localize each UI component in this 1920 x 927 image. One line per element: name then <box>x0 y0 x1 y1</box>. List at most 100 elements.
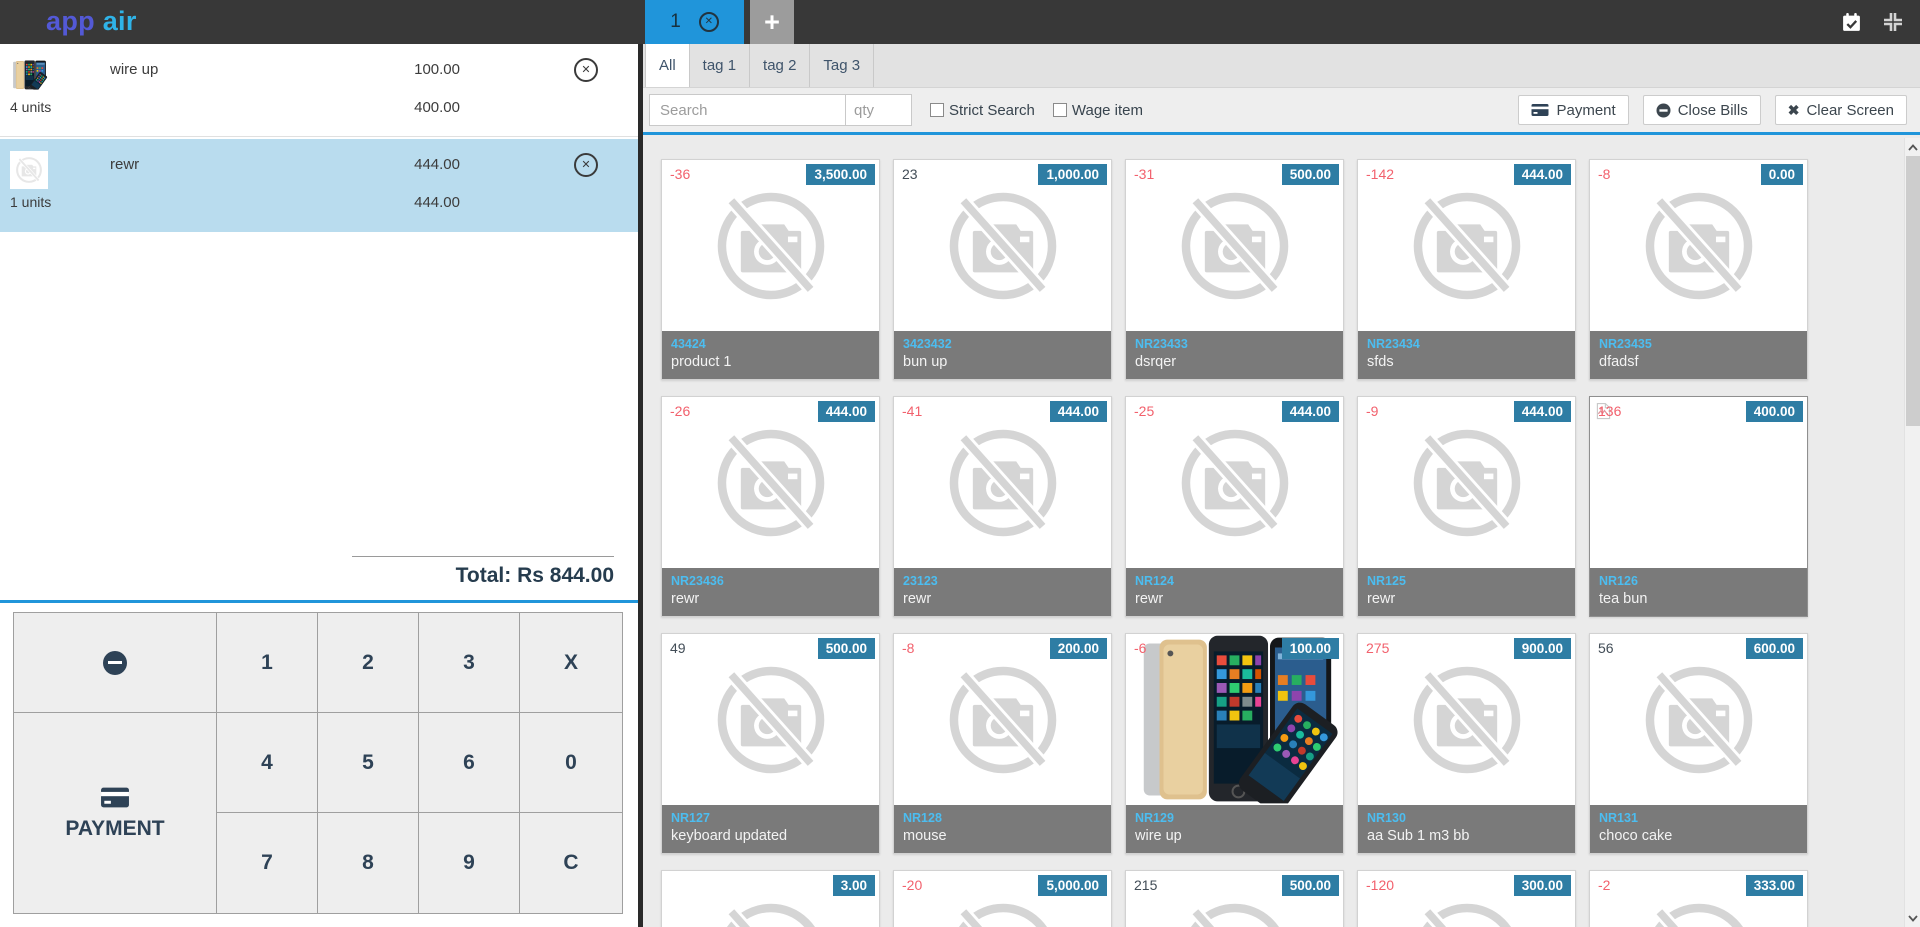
strict-search-checkbox[interactable]: Strict Search <box>930 102 1035 119</box>
product-card[interactable]: 231,000.003423432bun up <box>893 159 1112 380</box>
product-card[interactable]: -142444.00NR23434sfds <box>1357 159 1576 380</box>
product-card-footer: NR130aa Sub 1 m3 bb <box>1358 805 1575 853</box>
scroll-up-arrow[interactable] <box>1905 140 1920 154</box>
qty-input[interactable] <box>846 94 912 126</box>
cart-item-units: 1 units <box>10 194 51 210</box>
product-card[interactable]: 136400.00NR126tea bun <box>1589 396 1808 617</box>
product-card[interactable]: -8200.00NR128mouse <box>893 633 1112 854</box>
product-name: bun up <box>903 352 1102 372</box>
key-9[interactable]: 9 <box>419 813 520 913</box>
cart-item-remove-button[interactable]: ✕ <box>574 58 598 82</box>
catalog-panel: All tag 1 tag 2 Tag 3 Strict Search Wage… <box>643 44 1920 927</box>
product-name: wire up <box>1135 826 1334 846</box>
product-card[interactable]: -363,500.0043424product 1 <box>661 159 880 380</box>
product-card[interactable]: -31500.00NR23433dsrqer <box>1125 159 1344 380</box>
minus-circle-icon <box>1656 103 1671 118</box>
product-card[interactable]: -205,000.00 <box>893 870 1112 927</box>
key-8[interactable]: 8 <box>318 813 419 913</box>
clear-screen-button[interactable]: ✖ Clear Screen <box>1775 95 1907 125</box>
key-7[interactable]: 7 <box>217 813 318 913</box>
bill-tab-close-icon[interactable]: ✕ <box>699 12 719 32</box>
payment-key-label: PAYMENT <box>65 817 164 841</box>
cart-item-remove-button[interactable]: ✕ <box>574 153 598 177</box>
tab-tag-1[interactable]: tag 1 <box>690 44 750 87</box>
product-stock-count: -2 <box>1598 877 1610 893</box>
key-x[interactable]: X <box>520 613 622 713</box>
payment-button[interactable]: Payment <box>1518 95 1628 125</box>
product-image-area <box>662 634 879 805</box>
product-card[interactable]: 3.00 <box>661 870 880 927</box>
scrollbar-thumb[interactable] <box>1906 156 1920 426</box>
cart-item-units: 4 units <box>10 99 51 115</box>
product-image-area <box>1590 160 1807 331</box>
scroll-down-arrow[interactable] <box>1905 911 1920 925</box>
no-image-icon <box>1633 900 1765 927</box>
vertical-scrollbar[interactable] <box>1904 138 1920 927</box>
payment-key[interactable]: PAYMENT <box>14 713 217 913</box>
product-card[interactable]: -80.00NR23435dfadsf <box>1589 159 1808 380</box>
calendar-check-icon[interactable] <box>1841 12 1862 33</box>
product-card[interactable]: 56600.00NR131choco cake <box>1589 633 1808 854</box>
product-image-area <box>1126 397 1343 568</box>
product-card[interactable]: -9444.00NR125rewr <box>1357 396 1576 617</box>
key-1[interactable]: 1 <box>217 613 318 713</box>
product-card[interactable]: -120300.00 <box>1357 870 1576 927</box>
compress-icon[interactable] <box>1882 11 1904 33</box>
wage-item-label: Wage item <box>1072 102 1143 119</box>
product-price-badge: 444.00 <box>1282 401 1339 422</box>
product-stock-count: -9 <box>1366 403 1378 419</box>
product-code: NR131 <box>1599 810 1798 826</box>
remove-icon: ✕ <box>574 153 598 177</box>
product-card[interactable]: -6100.00NR129wire up <box>1125 633 1344 854</box>
minus-key[interactable] <box>14 613 217 713</box>
product-card-footer: NR129wire up <box>1126 805 1343 853</box>
product-card[interactable]: -25444.00NR124rewr <box>1125 396 1344 617</box>
product-card-footer: NR23436rewr <box>662 568 879 616</box>
cart-item-row[interactable]: wire up100.00✕4 units400.00 <box>0 44 638 137</box>
product-card[interactable]: 275 900.00 NR130aa Sub 1 m3 bb <box>1357 633 1576 854</box>
add-bill-tab-button[interactable]: + <box>750 0 794 44</box>
product-card[interactable]: -2333.00 <box>1589 870 1808 927</box>
no-image-icon <box>937 189 1069 303</box>
no-image-icon <box>705 900 837 927</box>
key-4[interactable]: 4 <box>217 713 318 813</box>
wage-item-checkbox[interactable]: Wage item <box>1053 102 1143 119</box>
product-stock-count: 23 <box>902 166 918 182</box>
strict-search-checkbox-input[interactable] <box>930 103 944 117</box>
cart-total: Total: Rs 844.00 <box>456 564 614 588</box>
product-stock-count: -6 <box>1134 640 1146 656</box>
product-card[interactable]: -26444.00NR23436rewr <box>661 396 880 617</box>
product-card[interactable]: -41444.0023123rewr <box>893 396 1112 617</box>
close-bills-button[interactable]: Close Bills <box>1643 95 1761 125</box>
key-0[interactable]: 0 <box>520 713 622 813</box>
product-card[interactable]: 49500.00NR127keyboard updated <box>661 633 880 854</box>
tab-tag-2[interactable]: tag 2 <box>750 44 810 87</box>
product-image-area <box>1358 160 1575 331</box>
bill-tab-1[interactable]: 1 ✕ <box>645 0 744 44</box>
product-price-badge: 200.00 <box>1050 638 1107 659</box>
product-card-footer: NR126tea bun <box>1590 568 1807 616</box>
key-3[interactable]: 3 <box>419 613 520 713</box>
tab-tag-3[interactable]: Tag 3 <box>810 44 874 87</box>
app-logo: app air <box>46 6 137 37</box>
product-stock-count: -20 <box>902 877 922 893</box>
search-input[interactable] <box>649 94 846 126</box>
key-6[interactable]: 6 <box>419 713 520 813</box>
product-stock-count: 56 <box>1598 640 1614 656</box>
minus-icon <box>103 651 127 675</box>
key-5[interactable]: 5 <box>318 713 419 813</box>
cart-item-row[interactable]: rewr444.00✕1 units444.00 <box>0 139 638 232</box>
remove-icon: ✕ <box>574 58 598 82</box>
key-c[interactable]: C <box>520 813 622 913</box>
wage-item-checkbox-input[interactable] <box>1053 103 1067 117</box>
product-stock-count: 275 <box>1366 640 1389 656</box>
product-card[interactable]: 215500.00 <box>1125 870 1344 927</box>
product-name: mouse <box>903 826 1102 846</box>
tab-all[interactable]: All <box>645 44 690 87</box>
product-stock-count: -8 <box>1598 166 1610 182</box>
product-price-badge: 444.00 <box>1514 164 1571 185</box>
category-tab-bar: All tag 1 tag 2 Tag 3 <box>643 44 1920 88</box>
key-2[interactable]: 2 <box>318 613 419 713</box>
cart-item-thumbnail <box>10 56 48 94</box>
product-price-badge: 900.00 <box>1514 638 1571 659</box>
